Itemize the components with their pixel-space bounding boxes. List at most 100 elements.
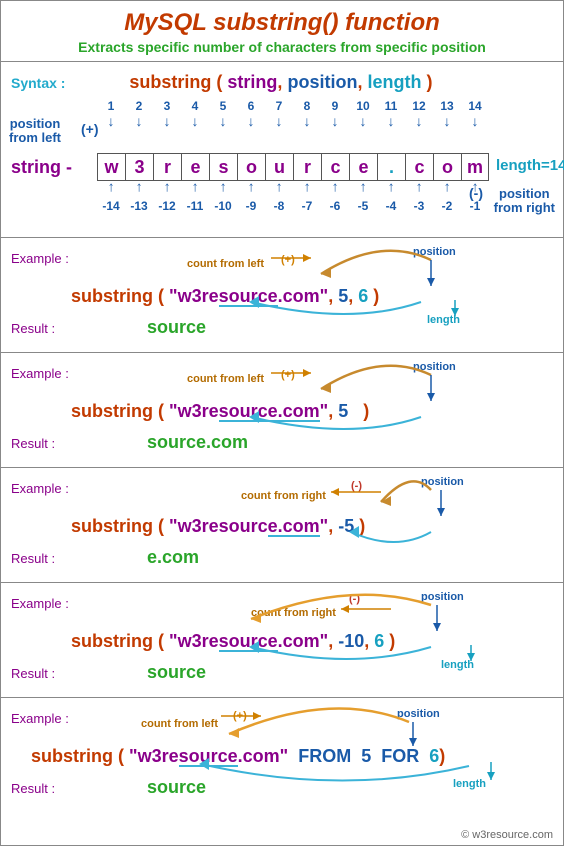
arg-string: string bbox=[227, 72, 277, 92]
sign-hint: (+) bbox=[281, 254, 295, 266]
arg-position: 5 bbox=[361, 746, 371, 766]
bottom-arrows-row: ↓↓↓↓↓↓↓↓↓↓↓↓↓↓ bbox=[97, 181, 489, 197]
fn-name: substring bbox=[71, 401, 153, 421]
comma: , bbox=[277, 72, 282, 92]
char-cell: o bbox=[433, 153, 461, 181]
top-arrows-row: ↓↓↓↓↓↓↓↓↓↓↓↓↓↓ bbox=[97, 113, 489, 129]
pos-from-right-label: positionfrom right bbox=[494, 187, 555, 215]
top-index: 2 bbox=[125, 99, 153, 113]
top-index: 8 bbox=[293, 99, 321, 113]
down-arrow-icon: ↓ bbox=[321, 113, 349, 129]
arg-length: 6 bbox=[374, 631, 384, 651]
char-cell: e bbox=[181, 153, 209, 181]
bottom-index: -13 bbox=[125, 199, 153, 213]
top-index: 7 bbox=[265, 99, 293, 113]
result-row: Result : e.com bbox=[11, 547, 553, 568]
example-1: Example : count from left (+) position l… bbox=[1, 244, 563, 346]
count-hint: count from right bbox=[251, 607, 336, 619]
char-cell: 3 bbox=[125, 153, 153, 181]
open-paren: ( bbox=[118, 746, 124, 766]
count-hint: count from left bbox=[141, 718, 218, 730]
page-title: MySQL substring() function bbox=[1, 9, 563, 37]
bottom-index: -11 bbox=[181, 199, 209, 213]
down-arrow-icon: ↓ bbox=[405, 113, 433, 129]
open-paren: ( bbox=[158, 631, 164, 651]
example-expression: substring ( "w3resource.com", -5 ) bbox=[71, 516, 553, 537]
top-index: 6 bbox=[237, 99, 265, 113]
bottom-index: -4 bbox=[377, 199, 405, 213]
result-value: source.com bbox=[147, 432, 248, 452]
down-arrow-icon: ↓ bbox=[209, 113, 237, 129]
arg-position: -10 bbox=[338, 631, 364, 651]
fn-name: substring bbox=[71, 286, 153, 306]
divider bbox=[1, 467, 563, 468]
position-annot: position bbox=[413, 246, 456, 258]
example-3: Example : count from right (-) position … bbox=[1, 474, 563, 576]
fn-name: substring bbox=[129, 72, 211, 92]
char-cell: s bbox=[209, 153, 237, 181]
up-arrow-icon: ↓ bbox=[237, 181, 265, 197]
result-label: Result : bbox=[11, 781, 55, 796]
example-label: Example : bbox=[11, 481, 69, 496]
divider bbox=[1, 582, 563, 583]
divider bbox=[1, 697, 563, 698]
close-paren: ) bbox=[363, 401, 369, 421]
result-value: source bbox=[147, 777, 206, 797]
result-row: Result : source.com bbox=[11, 432, 553, 453]
divider bbox=[1, 61, 563, 62]
arg-position: 5 bbox=[338, 286, 348, 306]
char-cell: c bbox=[321, 153, 349, 181]
open-paren: ( bbox=[158, 516, 164, 536]
top-index: 5 bbox=[209, 99, 237, 113]
minus-sign: (-) bbox=[469, 185, 483, 201]
result-label: Result : bbox=[11, 321, 55, 336]
arg-position: 5 bbox=[338, 401, 348, 421]
bottom-index: -2 bbox=[433, 199, 461, 213]
arg-string: "w3resource.com" bbox=[169, 516, 328, 536]
char-cell: w bbox=[97, 153, 125, 181]
bottom-index-row: -14-13-12-11-10-9-8-7-6-5-4-3-2-1 bbox=[97, 199, 489, 213]
plus-sign: (+) bbox=[81, 121, 99, 137]
bottom-index: -5 bbox=[349, 199, 377, 213]
bottom-index: -9 bbox=[237, 199, 265, 213]
char-grid: w3resource.com bbox=[97, 153, 489, 181]
divider bbox=[1, 237, 563, 238]
bottom-index: -10 bbox=[209, 199, 237, 213]
fn-name: substring bbox=[31, 746, 113, 766]
bottom-index: -8 bbox=[265, 199, 293, 213]
result-value: e.com bbox=[147, 547, 199, 567]
char-cell: o bbox=[237, 153, 265, 181]
position-annot: position bbox=[421, 591, 464, 603]
bottom-index: -14 bbox=[97, 199, 125, 213]
arg-string: "w3resource.com" bbox=[169, 631, 328, 651]
fn-name: substring bbox=[71, 631, 153, 651]
close-paren: ) bbox=[359, 516, 365, 536]
close-paren: ) bbox=[427, 72, 433, 92]
char-cell: r bbox=[153, 153, 181, 181]
length-annot: length bbox=[453, 778, 486, 790]
length-label: length=14 bbox=[496, 157, 564, 174]
up-arrow-icon: ↓ bbox=[125, 181, 153, 197]
count-hint: count from left bbox=[187, 373, 264, 385]
sign-hint: (-) bbox=[349, 593, 360, 605]
bottom-index: -7 bbox=[293, 199, 321, 213]
char-cell: . bbox=[377, 153, 405, 181]
syntax-label: Syntax : bbox=[11, 75, 65, 91]
char-cell: u bbox=[265, 153, 293, 181]
arg-position: position bbox=[287, 72, 357, 92]
down-arrow-icon: ↓ bbox=[125, 113, 153, 129]
position-annot: position bbox=[397, 708, 440, 720]
comma: , bbox=[357, 72, 362, 92]
down-arrow-icon: ↓ bbox=[293, 113, 321, 129]
close-paren: ) bbox=[389, 631, 395, 651]
down-arrow-icon: ↓ bbox=[265, 113, 293, 129]
position-annot: position bbox=[421, 476, 464, 488]
up-arrow-icon: ↓ bbox=[433, 181, 461, 197]
up-arrow-icon: ↓ bbox=[181, 181, 209, 197]
sign-hint: (-) bbox=[351, 480, 362, 492]
open-paren: ( bbox=[158, 401, 164, 421]
example-label: Example : bbox=[11, 711, 69, 726]
up-arrow-icon: ↓ bbox=[97, 181, 125, 197]
top-index: 14 bbox=[461, 99, 489, 113]
up-arrow-icon: ↓ bbox=[293, 181, 321, 197]
